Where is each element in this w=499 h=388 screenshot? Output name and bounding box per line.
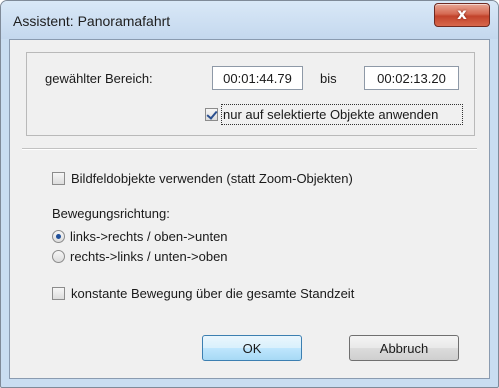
separator (22, 148, 477, 150)
direction-radio-backward[interactable] (52, 250, 65, 263)
image-field-checkbox[interactable] (52, 172, 65, 185)
direction-label: Bewegungsrichtung: (52, 206, 170, 221)
dialog-window: Assistent: Panoramafahrt x gewählter Ber… (0, 0, 499, 388)
direction-radio-forward[interactable] (52, 230, 65, 243)
direction-forward-label: links->rechts / oben->unten (70, 229, 228, 244)
range-group: gewählter Bereich: 00:01:44.79 bis 00:02… (26, 52, 475, 136)
constant-motion-checkbox[interactable] (52, 287, 65, 300)
selected-only-label: nur auf selektierte Objekte anwenden (223, 107, 439, 122)
dialog-body: gewählter Bereich: 00:01:44.79 bis 00:02… (9, 39, 490, 379)
window-title: Assistent: Panoramafahrt (13, 13, 171, 29)
range-start-field[interactable]: 00:01:44.79 (212, 66, 303, 90)
direction-backward-label: rechts->links / unten->oben (70, 249, 228, 264)
close-icon: x (457, 5, 467, 23)
constant-motion-label: konstante Bewegung über die gesamte Stan… (71, 286, 355, 301)
title-bar[interactable]: Assistent: Panoramafahrt x (1, 1, 498, 39)
cancel-button[interactable]: Abbruch (349, 335, 459, 361)
image-field-label: Bildfeldobjekte verwenden (statt Zoom-Ob… (71, 171, 353, 186)
selected-only-checkbox[interactable] (205, 108, 218, 121)
range-end-field[interactable]: 00:02:13.20 (364, 66, 459, 90)
ok-button[interactable]: OK (202, 335, 302, 361)
range-to-label: bis (320, 71, 337, 86)
range-label: gewählter Bereich: (45, 71, 153, 86)
close-button[interactable]: x (434, 3, 490, 27)
